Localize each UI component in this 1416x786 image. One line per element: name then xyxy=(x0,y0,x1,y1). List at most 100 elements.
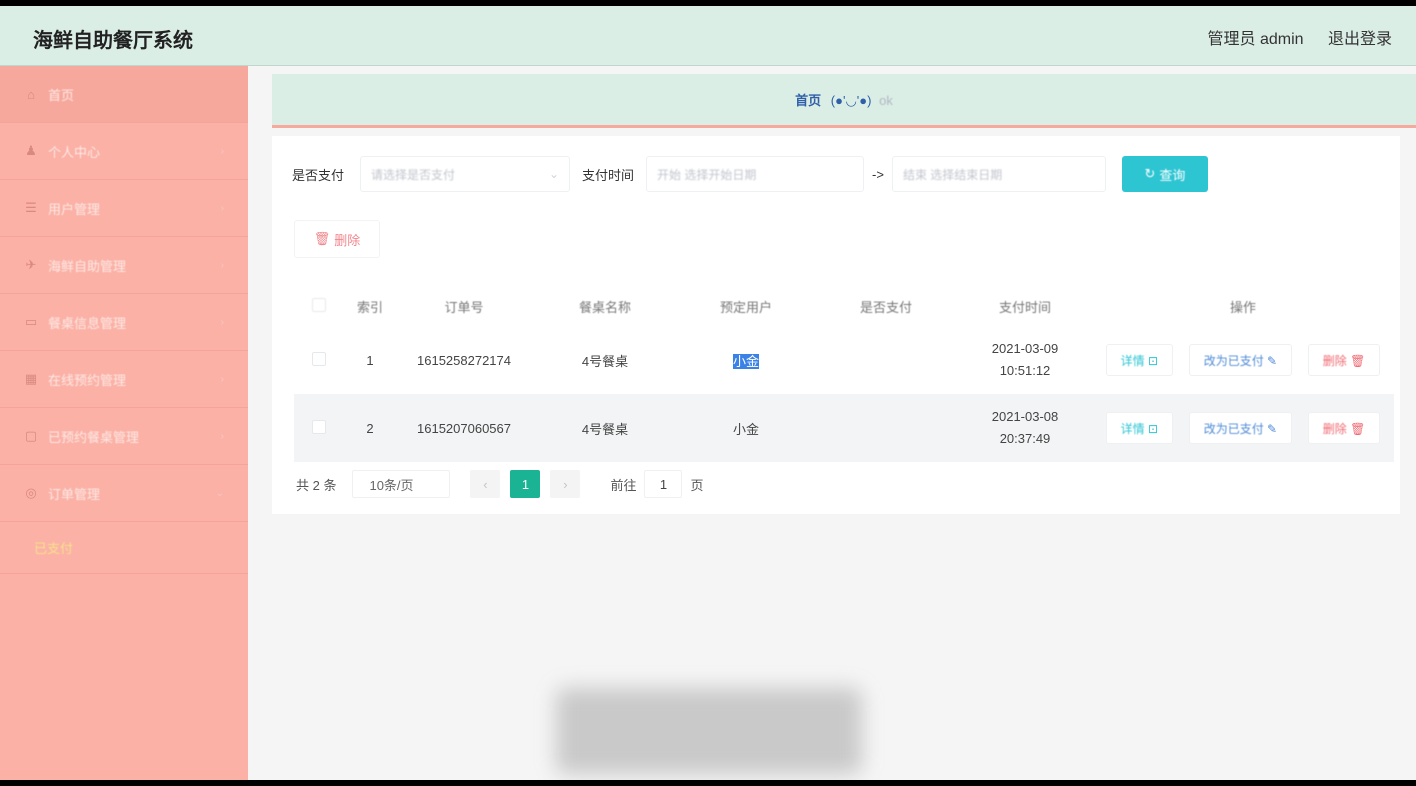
logout-link[interactable]: 退出登录 xyxy=(1328,31,1392,48)
index-cell: 1 xyxy=(366,352,374,368)
select-all-checkbox[interactable] xyxy=(312,297,326,312)
column-header: 是否支付 xyxy=(859,299,912,315)
list-icon: ☰ xyxy=(25,200,37,215)
goto-page-input[interactable]: 1 xyxy=(644,470,683,498)
current-user: 管理员 admin xyxy=(1207,31,1304,48)
table-header-row: 索引 订单号 餐桌名称 预定用户 是否支付 支付时间 操作 xyxy=(294,286,1394,326)
detail-button[interactable]: 详情 ⊡ xyxy=(1105,412,1174,444)
sidebar-item-label: 海鲜自助管理 xyxy=(48,258,127,274)
app-window: 海鲜自助餐厅系统 管理员 admin 退出登录 ⌂ 首页 ♟ 个人中心 › ☰ … xyxy=(0,6,1416,780)
end-date-placeholder: 结束 选择结束日期 xyxy=(902,167,1003,182)
order-no-cell: 1615207060567 xyxy=(417,420,511,436)
page-suffix: 页 xyxy=(690,477,704,493)
column-header: 预定用户 xyxy=(719,299,772,315)
start-date-placeholder: 开始 选择开始日期 xyxy=(657,167,757,182)
order-table: 索引 订单号 餐桌名称 预定用户 是否支付 支付时间 操作 1 16152582… xyxy=(294,286,1394,462)
trash-icon: 🗑 xyxy=(313,231,331,246)
actions-cell: 详情 ⊡ 改为已支付 ✎ 删除 🗑 xyxy=(1092,326,1394,394)
sidebar-item-label: 个人中心 xyxy=(48,144,101,160)
sidebar-item-tables[interactable]: ▭ 餐桌信息管理 › xyxy=(0,294,248,351)
chevron-icon: › xyxy=(220,259,224,271)
table-row: 2 1615207060567 4号餐桌 小金 2021-03-08 20:37… xyxy=(294,394,1394,462)
paid-cell xyxy=(814,394,958,462)
goto-label: 前往 xyxy=(610,477,637,493)
pay-time-cell: 2021-03-08 20:37:49 xyxy=(958,394,1092,462)
table-row: 1 1615258272174 4号餐桌 小金 2021-03-09 10:51… xyxy=(294,326,1394,394)
paid-select[interactable]: 请选择是否支付 ⌄ xyxy=(360,156,571,192)
filter-row: 是否支付 请选择是否支付 ⌄ 支付时间 开始 选择开始日期 -> 结束 选择结束… xyxy=(292,156,1208,192)
row-checkbox[interactable] xyxy=(312,419,326,434)
sidebar-subitem-paid[interactable]: 已支付 xyxy=(0,522,248,574)
page-size-select[interactable]: 10条/页 xyxy=(352,470,451,498)
chevron-icon: › xyxy=(220,202,224,214)
index-cell: 2 xyxy=(366,420,374,436)
total-count: 共 2 条 xyxy=(296,477,337,493)
chevron-icon: › xyxy=(220,145,224,157)
select-all-cell xyxy=(294,286,344,326)
chevron-down-icon: ⌄ xyxy=(215,487,224,499)
table-name-cell: 4号餐桌 xyxy=(581,353,629,369)
prev-page-button[interactable]: ‹ xyxy=(470,470,501,498)
page-button-current[interactable]: 1 xyxy=(510,470,541,498)
time-filter-label: 支付时间 xyxy=(582,167,635,183)
search-icon: ↻ xyxy=(1144,166,1156,181)
pay-time: 2021-03-09 10:51:12 xyxy=(991,341,1059,378)
batch-delete-button[interactable]: 🗑 删除 xyxy=(294,220,380,258)
sidebar-item-label: 在线预约管理 xyxy=(48,372,127,388)
box-icon: ▭ xyxy=(24,314,38,329)
pay-time-cell: 2021-03-09 10:51:12 xyxy=(958,326,1092,394)
sidebar-item-reserved-tables[interactable]: ▢ 已预约餐桌管理 › xyxy=(0,408,248,465)
column-header: 餐桌名称 xyxy=(578,299,631,315)
paid-select-placeholder: 请选择是否支付 xyxy=(371,167,456,182)
chart-icon: ▦ xyxy=(24,371,38,386)
sidebar-item-label: 已预约餐桌管理 xyxy=(48,429,140,445)
sidebar-item-seafood[interactable]: ✈ 海鲜自助管理 › xyxy=(0,237,248,294)
detail-button[interactable]: 详情 ⊡ xyxy=(1105,344,1174,376)
mark-paid-button[interactable]: 改为已支付 ✎ xyxy=(1188,344,1293,376)
breadcrumb: 首页 (●'◡'●) ok xyxy=(272,74,1416,128)
delete-button[interactable]: 删除 🗑 xyxy=(1307,344,1381,376)
sidebar-item-profile[interactable]: ♟ 个人中心 › xyxy=(0,123,248,180)
pagination: 共 2 条 10条/页 ‹ 1 › 前往 1 页 xyxy=(296,470,704,498)
start-date-input[interactable]: 开始 选择开始日期 xyxy=(646,156,865,192)
paid-cell xyxy=(814,326,958,394)
batch-delete-label: 删除 xyxy=(334,232,361,248)
blurred-watermark xyxy=(556,688,862,774)
search-button[interactable]: ↻ 查询 xyxy=(1121,156,1208,192)
cart-icon: ◎ xyxy=(25,485,37,500)
sidebar-item-label: 首页 xyxy=(48,87,75,103)
app-title: 海鲜自助餐厅系统 xyxy=(33,30,193,52)
sidebar-item-orders[interactable]: ◎ 订单管理 ⌄ xyxy=(0,465,248,522)
column-header: 支付时间 xyxy=(998,299,1051,315)
chevron-icon: › xyxy=(220,373,224,385)
actions-cell: 详情 ⊡ 改为已支付 ✎ 删除 🗑 xyxy=(1092,394,1394,462)
order-panel: 是否支付 请选择是否支付 ⌄ 支付时间 开始 选择开始日期 -> 结束 选择结束… xyxy=(272,136,1400,514)
delete-button[interactable]: 删除 🗑 xyxy=(1307,412,1381,444)
next-page-button[interactable]: › xyxy=(550,470,581,498)
table-name-cell: 4号餐桌 xyxy=(581,421,629,437)
row-checkbox[interactable] xyxy=(312,351,326,366)
row-select-cell xyxy=(294,394,344,462)
search-button-label: 查询 xyxy=(1159,167,1186,183)
doc-icon: ▢ xyxy=(24,428,38,443)
paid-filter-label: 是否支付 xyxy=(292,167,345,183)
sidebar-item-home[interactable]: ⌂ 首页 xyxy=(0,66,248,123)
chevron-icon: › xyxy=(220,430,224,442)
column-header: 订单号 xyxy=(444,299,484,315)
user-cell: 小金 xyxy=(678,326,814,394)
person-icon: ♟ xyxy=(25,143,37,158)
page-size-value: 10条/页 xyxy=(369,477,414,493)
end-date-input[interactable]: 结束 选择结束日期 xyxy=(891,156,1106,192)
sidebar-item-label: 用户管理 xyxy=(48,201,101,217)
sidebar-item-users[interactable]: ☰ 用户管理 › xyxy=(0,180,248,237)
home-icon: ⌂ xyxy=(27,86,35,102)
column-header: 索引 xyxy=(356,299,383,315)
row-select-cell xyxy=(294,326,344,394)
user-cell: 小金 xyxy=(732,421,759,437)
sidebar-subitem-label: 已支付 xyxy=(34,541,74,556)
plane-icon: ✈ xyxy=(25,257,37,272)
mark-paid-button[interactable]: 改为已支付 ✎ xyxy=(1188,412,1293,444)
sidebar-item-reservations[interactable]: ▦ 在线预约管理 › xyxy=(0,351,248,408)
sidebar-item-label: 餐桌信息管理 xyxy=(48,315,127,331)
breadcrumb-home[interactable]: 首页 xyxy=(795,93,821,108)
